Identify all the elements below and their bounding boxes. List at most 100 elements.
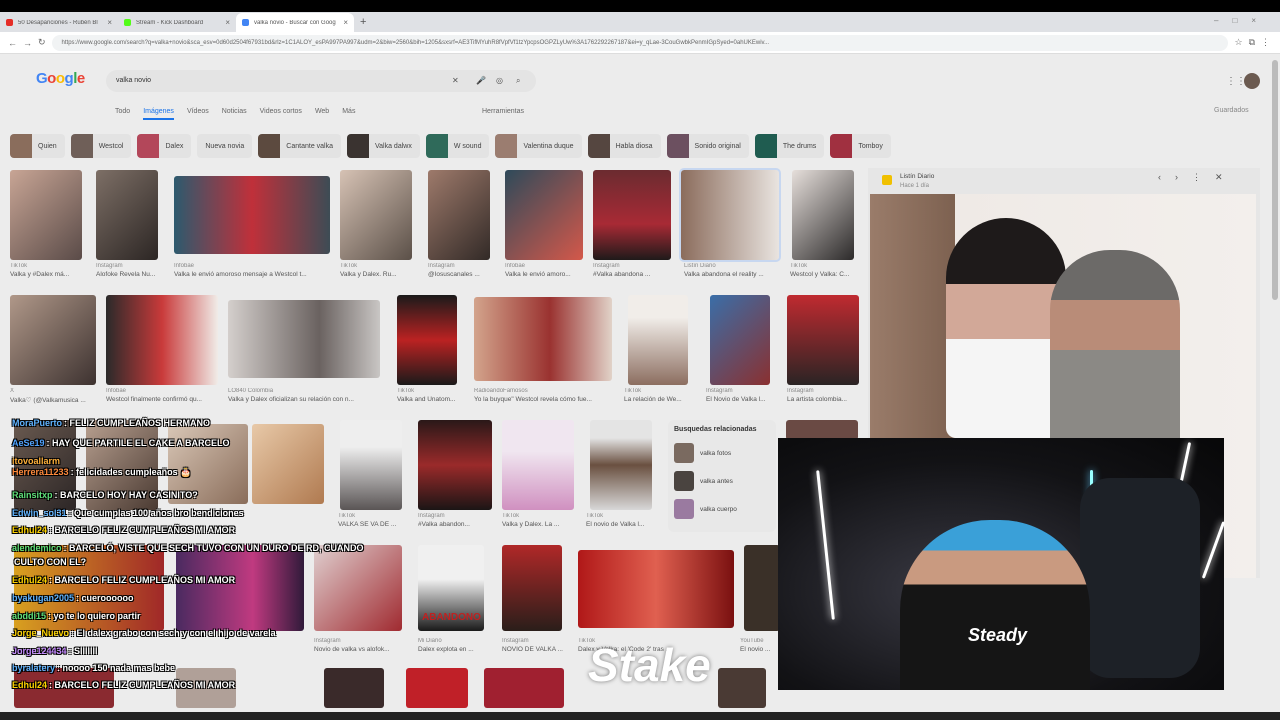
image-result[interactable] <box>428 170 490 260</box>
bookmark-star-icon[interactable]: ☆ <box>1234 37 1242 48</box>
image-result[interactable] <box>502 420 574 510</box>
chip[interactable]: Sonido original <box>666 134 749 158</box>
tools-button[interactable]: Herramientas <box>482 108 524 115</box>
image-caption[interactable]: TikTok El novio de Valka l... <box>586 513 658 528</box>
image-caption[interactable]: Infobae Valka le envió amoro... <box>505 263 585 278</box>
image-caption[interactable]: TikTok Valka y #Dalex má... <box>10 263 90 278</box>
google-logo[interactable]: Google <box>36 70 85 87</box>
tab-youtube[interactable]: 50 Desapariciones - Rubén Bl × <box>0 13 118 32</box>
chip[interactable]: Dalex <box>137 134 192 158</box>
window-controls[interactable]: –□× <box>1214 16 1270 25</box>
image-result[interactable] <box>710 295 770 385</box>
image-caption[interactable]: Infobae Westcol finalmente confirmó qu... <box>106 388 222 403</box>
image-result[interactable] <box>96 170 158 260</box>
url-field[interactable]: https://www.google.com/search?q=valka+no… <box>51 34 1229 51</box>
image-result[interactable] <box>502 545 562 631</box>
image-result[interactable] <box>174 176 330 254</box>
image-result[interactable] <box>578 550 734 628</box>
extensions-icon[interactable]: ⧉ <box>1249 37 1255 48</box>
image-caption[interactable]: Instagram @Iosuscanales ... <box>428 263 498 278</box>
image-caption[interactable]: Listín Diario Valka abandona el reality .… <box>684 263 780 278</box>
image-caption[interactable]: Instagram Alofoke Revela Nu... <box>96 263 166 278</box>
image-result[interactable] <box>10 295 96 385</box>
saved-button[interactable]: Guardados <box>1214 107 1249 114</box>
new-tab-button[interactable]: + <box>354 13 372 32</box>
image-result[interactable] <box>10 170 82 260</box>
image-caption[interactable]: Mi Diario Dalex explota en ... <box>418 638 488 653</box>
chip[interactable]: Habla diosa <box>587 134 661 158</box>
image-result[interactable] <box>718 668 766 708</box>
related-item[interactable]: valka cuerpo <box>674 495 770 523</box>
tab-kick[interactable]: Stream - Kick Dashboard × <box>118 13 236 32</box>
preview-source[interactable]: Listín Diario <box>900 173 934 180</box>
image-result[interactable] <box>484 668 564 708</box>
image-result[interactable] <box>340 170 412 260</box>
image-caption[interactable]: TikTok La relación de We... <box>624 388 694 403</box>
image-result[interactable] <box>418 420 492 510</box>
tab-short-videos[interactable]: Videos cortos <box>260 108 302 120</box>
next-icon[interactable]: › <box>1175 172 1192 182</box>
chip[interactable]: Tomboy <box>830 134 891 158</box>
related-item[interactable]: valka antes <box>674 467 770 495</box>
back-icon[interactable]: ← <box>8 38 17 48</box>
tab-news[interactable]: Noticias <box>222 108 247 120</box>
image-caption[interactable]: TikTok Valka and Unatom... <box>397 388 467 403</box>
tab-web[interactable]: Web <box>315 108 329 120</box>
image-result[interactable] <box>744 545 780 631</box>
image-caption[interactable]: Instagram #Valka abandon... <box>418 513 496 528</box>
search-icon[interactable]: ⌕ <box>516 70 520 92</box>
image-result[interactable] <box>628 295 688 385</box>
image-caption[interactable]: RadioandoFamosos Yo la buyque" Westcol re… <box>474 388 614 403</box>
image-caption[interactable]: Instagram NOVIO DE VALKA ... <box>502 638 572 653</box>
image-caption[interactable]: YouTube El novio ... <box>740 638 780 653</box>
related-item[interactable]: valka fotos <box>674 439 770 467</box>
chip[interactable]: Nueva novia <box>197 134 253 158</box>
tab-images[interactable]: Imágenes <box>143 108 174 120</box>
tab-more[interactable]: Más <box>342 108 355 120</box>
image-caption[interactable]: Instagram El Novio de Valka l... <box>706 388 776 403</box>
chip[interactable]: Westcol <box>70 134 132 158</box>
chip[interactable]: Valentina duque <box>495 134 582 158</box>
image-caption[interactable]: TikTok Westcol y Valka: C... <box>790 263 860 278</box>
image-result[interactable] <box>786 420 858 440</box>
image-caption[interactable]: TikTok Valka y Dalex. La ... <box>502 513 578 528</box>
image-result[interactable] <box>228 300 380 378</box>
apps-grid-icon[interactable]: ⋮⋮ <box>1226 76 1246 87</box>
lens-icon[interactable]: ◎ <box>496 70 503 92</box>
close-icon[interactable]: × <box>107 18 112 27</box>
reload-icon[interactable]: ↻ <box>38 37 46 48</box>
close-icon[interactable]: × <box>225 18 230 27</box>
image-caption[interactable]: LO840 Colombia Valka y Dalex oficializan … <box>228 388 388 403</box>
avatar[interactable] <box>1244 73 1260 89</box>
chip[interactable]: Quien <box>10 134 65 158</box>
search-input[interactable]: valka novio ✕ 🎤 ◎ ⌕ <box>106 70 536 92</box>
prev-icon[interactable]: ‹ <box>1158 172 1175 182</box>
image-result[interactable] <box>593 170 671 260</box>
more-icon[interactable]: ⋮ <box>1192 172 1215 182</box>
image-result[interactable] <box>106 295 218 385</box>
close-icon[interactable]: ✕ <box>1215 172 1237 182</box>
chip[interactable]: W sound <box>425 134 490 158</box>
image-result[interactable] <box>590 420 652 510</box>
menu-icon[interactable]: ⋮ <box>1261 37 1270 48</box>
image-caption[interactable]: X Valka♡ (@Valkamusica ... <box>10 388 100 404</box>
tab-videos[interactable]: Vídeos <box>187 108 209 120</box>
clear-icon[interactable]: ✕ <box>452 70 459 92</box>
mic-icon[interactable]: 🎤 <box>476 70 486 92</box>
image-caption[interactable]: TikTok Valka y Dalex. Ru... <box>340 263 420 278</box>
image-result[interactable] <box>787 295 859 385</box>
tab-google[interactable]: valka novio - Buscar con Goog × <box>236 13 354 32</box>
chip[interactable]: Cantante valka <box>258 134 341 158</box>
forward-icon[interactable]: → <box>23 38 32 48</box>
image-result[interactable] <box>474 297 612 381</box>
scrollbar[interactable] <box>1272 60 1278 300</box>
image-caption[interactable]: Instagram La artista colombia... <box>787 388 863 403</box>
image-result-selected[interactable] <box>679 168 781 262</box>
image-result[interactable] <box>792 170 854 260</box>
image-caption[interactable]: Infobae Valka le envió amoroso mensaje a … <box>174 263 334 278</box>
image-result[interactable] <box>397 295 457 385</box>
close-icon[interactable]: × <box>343 18 348 27</box>
chip[interactable]: The drums <box>754 134 825 158</box>
image-caption[interactable]: Instagram #Valka abandona ... <box>593 263 673 278</box>
tab-all[interactable]: Todo <box>115 108 130 120</box>
